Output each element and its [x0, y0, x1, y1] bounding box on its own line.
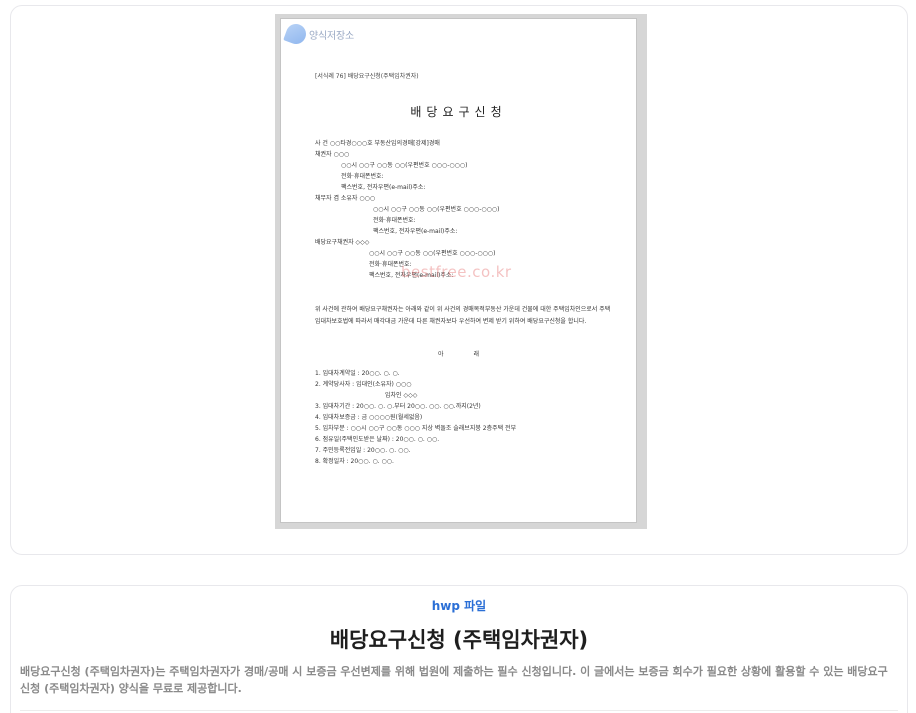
form-number: [서식례 76] 배당요구신청(주택임차권자) [315, 73, 419, 80]
doc-item: 4. 임대차보증금 : 금 ○○○○원(월세없음) [315, 414, 423, 421]
document-preview-frame[interactable]: 양식저장소 [서식례 76] 배당요구신청(주택임차권자) 배당요구신청 사 건… [275, 14, 647, 529]
brand: 양식저장소 [283, 21, 354, 47]
body-paragraph: 위 사건에 관하여 배당요구채권자는 아래와 같이 위 사건의 경매목적부동산 … [315, 306, 611, 325]
document-title: 배당요구신청 [410, 105, 507, 119]
doc-line: ○○시 ○○구 ○○동 ○○(우편번호 ○○○-○○○) [373, 206, 500, 213]
doc-line: 배당요구채권자 ◇◇◇ [315, 239, 370, 246]
divider [20, 710, 898, 711]
doc-line: 팩스번호, 전자우편(e-mail)주소: [341, 184, 426, 191]
doc-item: 2. 계약당사자 : 임대인(소유자) ○○○ [315, 381, 412, 388]
file-type-label: hwp 파일 [431, 599, 487, 613]
detail-card: hwp 파일 배당요구신청 (주택임차권자) 배당요구신청 (주택임차권자)는 … [10, 585, 908, 713]
preview-card: 양식저장소 [서식례 76] 배당요구신청(주택임차권자) 배당요구신청 사 건… [10, 5, 908, 555]
watermark: bestfree.co.kr [401, 263, 512, 281]
doc-item: 5. 임차부분 : ○○시 ○○구 ○○동 ○○○ 지상 벽돌조 슬래브지붕 2… [315, 425, 517, 432]
doc-item: 3. 임대차기간 : 20○○. ○. ○.부터 20○○. ○○. ○○.까지… [315, 403, 481, 410]
doc-item: 8. 확정일자 : 20○○. ○. ○○. [315, 458, 394, 465]
doc-line: 팩스번호, 전자우편(e-mail)주소: [373, 228, 458, 235]
doc-item: 6. 점유일(주택인도받은 날짜) : 20○○. ○. ○○. [315, 436, 440, 443]
brand-logo-icon [283, 21, 309, 47]
doc-line: 전화·휴대폰번호: [341, 173, 384, 180]
page-title: 배당요구신청 (주택임차권자) [329, 628, 589, 652]
doc-item: 임차인 ◇◇◇ [385, 392, 418, 399]
brand-name: 양식저장소 [309, 30, 354, 42]
doc-line: ○○시 ○○구 ○○동 ○○(우편번호 ○○○-○○○) [369, 250, 496, 257]
doc-line: ○○시 ○○구 ○○동 ○○(우편번호 ○○○-○○○) [341, 162, 468, 169]
doc-line: 사 건 ○○타경○○○호 부동산임의경매[강제]경매 [315, 140, 440, 147]
description: 배당요구신청 (주택임차권자)는 주택임차권자가 경매/공매 시 보증금 우선변… [20, 665, 888, 695]
doc-line: 채권자 ○○○ [315, 151, 350, 158]
document-page: 양식저장소 [서식례 76] 배당요구신청(주택임차권자) 배당요구신청 사 건… [280, 18, 637, 523]
doc-line: 전화·휴대폰번호: [373, 217, 416, 224]
doc-line: 채무자 겸 소유자 ○○○ [315, 195, 376, 202]
center-label: 아 래 [438, 351, 479, 358]
doc-item: 7. 주민등록전입일 : 20○○. ○. ○○. [315, 447, 411, 454]
doc-item: 1. 임대차계약일 : 20○○. ○. ○. [315, 370, 400, 377]
